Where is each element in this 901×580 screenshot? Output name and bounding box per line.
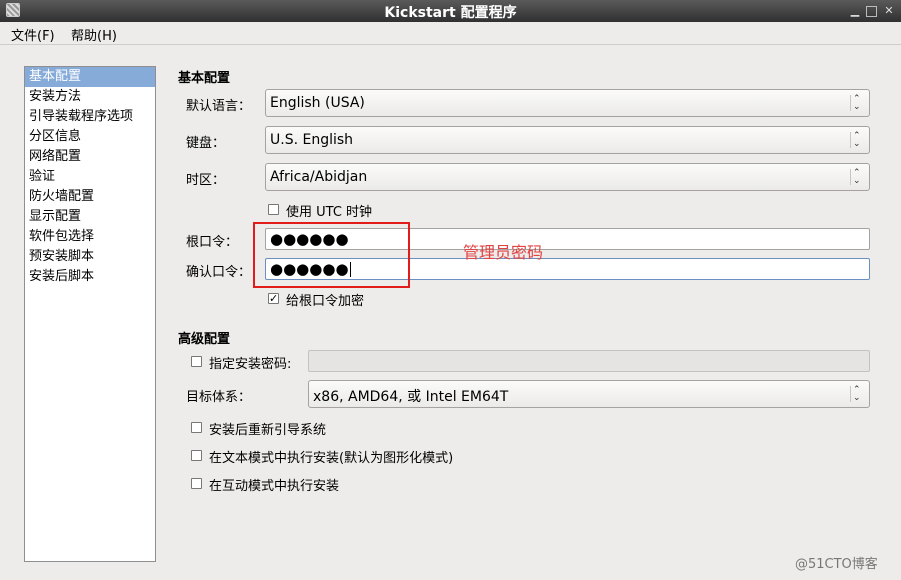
install-key-label: 指定安装密码: xyxy=(209,357,292,372)
sidebar-item-bootloader[interactable]: 引导装载程序选项 xyxy=(25,107,155,127)
arch-value: x86, AMD64, 或 Intel EM64T xyxy=(313,389,509,405)
window-title: Kickstart 配置程序 xyxy=(384,5,517,21)
annotation-box xyxy=(253,222,410,288)
minimize-icon[interactable]: ▁ xyxy=(848,4,862,18)
timezone-value: Africa/Abidjan xyxy=(270,169,368,185)
text-mode-label: 在文本模式中执行安装(默认为图形化模式) xyxy=(209,451,454,466)
advanced-config-heading: 高级配置 xyxy=(178,332,231,347)
annotation-text: 管理员密码 xyxy=(463,243,544,262)
sidebar-item-display[interactable]: 显示配置 xyxy=(25,207,155,227)
encrypt-label: 给根口令加密 xyxy=(286,294,365,309)
language-select[interactable]: English (USA) ⌃ ⌄ xyxy=(265,89,870,117)
close-icon[interactable]: ✕ xyxy=(882,4,896,18)
interactive-label: 在互动模式中执行安装 xyxy=(209,479,340,494)
menu-file[interactable]: 文件(F) xyxy=(11,25,55,44)
sidebar-item-basic-config[interactable]: 基本配置 xyxy=(25,67,155,87)
sidebar-item-pre-script[interactable]: 预安装脚本 xyxy=(25,247,155,267)
sidebar-item-auth[interactable]: 验证 xyxy=(25,167,155,187)
interactive-checkbox[interactable] xyxy=(191,478,202,489)
install-key-input[interactable] xyxy=(308,350,870,372)
up-down-chevron-icon: ⌃ ⌄ xyxy=(850,95,863,112)
basic-config-heading: 基本配置 xyxy=(178,71,231,86)
up-down-chevron-icon: ⌃ ⌄ xyxy=(850,169,863,186)
keyboard-value: U.S. English xyxy=(270,132,354,148)
up-down-chevron-icon: ⌃ ⌄ xyxy=(850,132,863,149)
up-down-chevron-icon: ⌃ ⌄ xyxy=(850,386,863,403)
watermark: @51CTO博客 xyxy=(795,557,878,572)
arch-select[interactable]: x86, AMD64, 或 Intel EM64T ⌃ ⌄ xyxy=(308,380,870,408)
language-value: English (USA) xyxy=(270,95,365,111)
sidebar-list: 基本配置 安装方法 引导装载程序选项 分区信息 网络配置 验证 防火墙配置 显示… xyxy=(24,66,156,562)
title-bar: Kickstart 配置程序 ▁ ✕ xyxy=(0,0,901,22)
sidebar-item-partition[interactable]: 分区信息 xyxy=(25,127,155,147)
utc-label: 使用 UTC 时钟 xyxy=(286,205,373,220)
keyboard-select[interactable]: U.S. English ⌃ ⌄ xyxy=(265,126,870,154)
reboot-label: 安装后重新引导系统 xyxy=(209,423,327,438)
sidebar-item-network[interactable]: 网络配置 xyxy=(25,147,155,167)
sidebar-item-install-method[interactable]: 安装方法 xyxy=(25,87,155,107)
install-key-checkbox[interactable] xyxy=(191,356,202,367)
sidebar-item-firewall[interactable]: 防火墙配置 xyxy=(25,187,155,207)
timezone-select[interactable]: Africa/Abidjan ⌃ ⌄ xyxy=(265,163,870,191)
sidebar-item-packages[interactable]: 软件包选择 xyxy=(25,227,155,247)
reboot-checkbox[interactable] xyxy=(191,422,202,433)
sidebar-item-post-script[interactable]: 安装后脚本 xyxy=(25,267,155,287)
keyboard-label: 键盘： xyxy=(186,136,226,151)
timezone-label: 时区： xyxy=(186,173,226,188)
encrypt-checkbox[interactable]: ✓ xyxy=(268,293,279,304)
utc-checkbox[interactable] xyxy=(268,204,279,215)
root-password-label: 根口令： xyxy=(186,235,239,250)
confirm-password-label: 确认口令： xyxy=(186,265,252,280)
maximize-icon[interactable] xyxy=(866,6,877,17)
menu-bar: 文件(F) 帮助(H) xyxy=(0,22,901,45)
arch-label: 目标体系： xyxy=(186,390,252,405)
menu-help[interactable]: 帮助(H) xyxy=(71,25,117,44)
language-label: 默认语言： xyxy=(186,99,252,114)
text-mode-checkbox[interactable] xyxy=(191,450,202,461)
